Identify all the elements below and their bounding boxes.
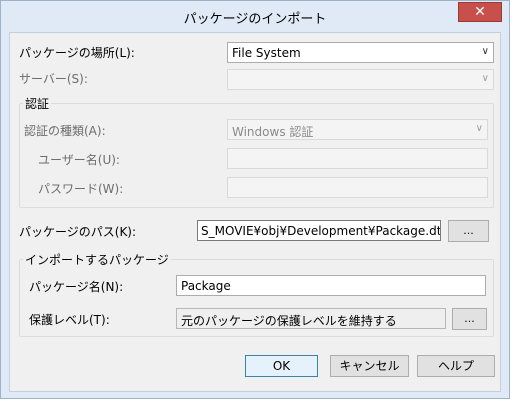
browse-path-button[interactable]: ... xyxy=(448,220,489,242)
chevron-down-icon: ∨ xyxy=(481,73,489,84)
server-select[interactable]: ∨ xyxy=(227,69,494,90)
close-icon: ✕ xyxy=(474,4,486,20)
package-location-value: File System xyxy=(232,46,301,60)
package-name-input[interactable]: Package xyxy=(176,275,486,296)
title-bar: パッケージのインポート ✕ xyxy=(1,1,509,31)
import-package-dialog: パッケージのインポート ✕ パッケージの場所(L): File System ∨… xyxy=(0,0,510,399)
chevron-down-icon: ∨ xyxy=(475,123,483,134)
package-name-value: Package xyxy=(181,279,231,293)
username-label: ユーザー名(U): xyxy=(38,153,120,167)
dialog-body: パッケージの場所(L): File System ∨ サーバー(S): ∨ 認証… xyxy=(9,32,501,392)
authentication-group-title: 認証 xyxy=(23,95,52,112)
ok-button[interactable]: OK xyxy=(245,355,318,377)
auth-type-select[interactable]: Windows 認証 ∨ xyxy=(227,119,488,140)
package-path-value: S_MOVIE¥obj¥Development¥Package.dtsx xyxy=(201,224,441,238)
password-input[interactable] xyxy=(227,177,488,198)
package-name-label: パッケージ名(N): xyxy=(29,280,124,294)
cancel-button[interactable]: キャンセル xyxy=(330,355,409,377)
username-input[interactable] xyxy=(227,148,488,169)
close-button[interactable]: ✕ xyxy=(458,2,502,22)
dialog-title: パッケージのインポート xyxy=(183,12,327,27)
protection-level-button[interactable]: ... xyxy=(452,308,487,330)
package-location-label: パッケージの場所(L): xyxy=(19,46,135,60)
help-button[interactable]: ヘルプ xyxy=(417,355,495,377)
password-label: パスワード(W): xyxy=(38,182,124,196)
protection-level-label: 保護レベル(T): xyxy=(29,313,110,327)
package-path-label: パッケージのパス(K): xyxy=(19,225,137,239)
protection-level-value: 元のパッケージの保護レベルを維持する xyxy=(181,314,397,328)
chevron-down-icon: ∨ xyxy=(481,46,489,57)
protection-level-field: 元のパッケージの保護レベルを維持する xyxy=(176,308,446,329)
server-label: サーバー(S): xyxy=(19,72,88,86)
package-path-input[interactable]: S_MOVIE¥obj¥Development¥Package.dtsx xyxy=(197,220,441,241)
package-location-select[interactable]: File System ∨ xyxy=(227,42,494,63)
auth-type-label: 認証の種類(A): xyxy=(24,124,106,138)
import-package-group-title: インポートするパッケージ xyxy=(23,251,171,268)
auth-type-value: Windows 認証 xyxy=(232,125,314,139)
